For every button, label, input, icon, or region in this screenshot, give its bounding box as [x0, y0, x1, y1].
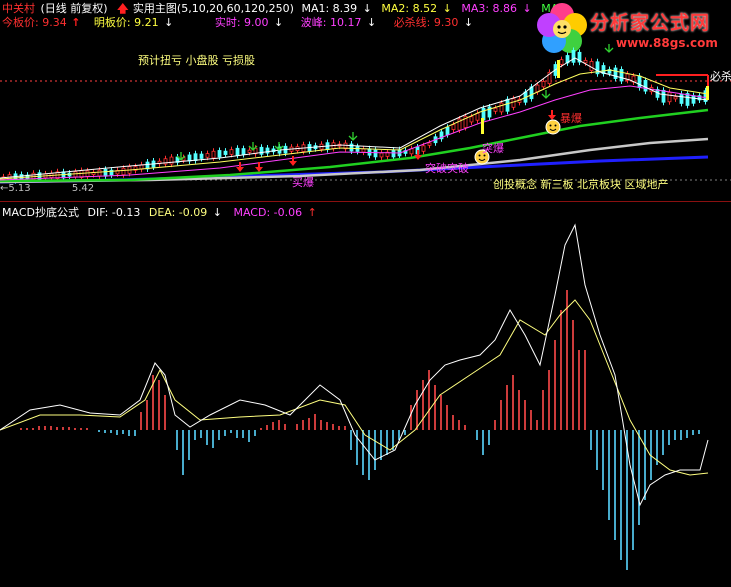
yellow-marker-2 — [557, 60, 560, 78]
candle-body — [499, 102, 504, 113]
candle-body — [247, 149, 252, 153]
candle-body — [475, 112, 480, 121]
candle-body — [427, 142, 432, 146]
candle-body — [469, 116, 474, 123]
candle-body — [673, 96, 678, 100]
candle-body — [535, 84, 540, 93]
price-chart[interactable] — [0, 0, 731, 202]
candle-body — [445, 126, 450, 135]
explode-label-3: 突破突破 — [425, 162, 469, 175]
ma-yellow-line — [0, 69, 709, 180]
macd-histogram — [20, 290, 700, 570]
candle-body — [373, 149, 378, 158]
candle-body — [619, 69, 624, 82]
ma-magenta-line — [0, 85, 709, 181]
candle-body — [661, 89, 666, 103]
candle-body — [613, 67, 618, 79]
candle-body — [589, 61, 594, 71]
candle-body — [235, 147, 240, 156]
candle-body — [511, 98, 516, 108]
candle-body — [97, 169, 102, 177]
candle-body — [229, 149, 234, 155]
green-down-arrow-3 — [274, 142, 284, 151]
panel-separator — [0, 201, 731, 202]
low-price-label: ←5.13 5.42 — [0, 182, 94, 195]
buy-signal-label: 买爆 — [292, 176, 314, 189]
green-down-arrow-5 — [541, 90, 551, 99]
candle-body — [223, 150, 228, 155]
candle-body — [169, 156, 174, 165]
candle-body — [541, 81, 546, 88]
low-price-value: 5.13 — [8, 183, 31, 194]
concept-labels: 预计扭亏 小盘股 亏损股 — [138, 54, 255, 67]
sector-labels: 创投概念 新三板 北京板块 区域地产 — [493, 178, 669, 191]
candle-body — [265, 147, 270, 154]
candle-body — [493, 107, 498, 112]
green-down-arrow-6 — [604, 44, 614, 53]
yellow-marker-1 — [481, 118, 484, 134]
candle-body — [199, 153, 204, 159]
candle-body — [211, 150, 216, 159]
yellow-marker-3 — [706, 86, 709, 100]
candle-body — [193, 153, 198, 161]
candle-body — [361, 148, 366, 153]
candle-body — [583, 59, 588, 64]
candle-body — [571, 50, 576, 63]
smiley-icon-2 — [545, 119, 561, 135]
candle-body — [505, 98, 510, 112]
explode-label-2: 突爆 — [482, 142, 504, 155]
red-up-arrow-1 — [236, 162, 244, 172]
candle-body — [205, 153, 210, 158]
candle-body — [643, 80, 648, 92]
candle-body — [121, 167, 126, 176]
low-value: 5.42 — [71, 183, 95, 194]
candle-body — [667, 91, 672, 103]
dif-line — [0, 223, 709, 507]
candle-body — [421, 145, 426, 152]
candle-body — [637, 75, 642, 89]
dea-line — [0, 299, 709, 476]
candle-body — [85, 170, 90, 177]
candle-body — [679, 93, 684, 104]
candle-body — [103, 168, 108, 177]
candle-body — [391, 149, 396, 158]
candle-body — [241, 148, 246, 155]
red-up-arrow-4 — [414, 150, 422, 160]
explode-label-1: 暴爆 — [560, 112, 582, 125]
candle-body — [451, 124, 456, 130]
red-up-arrow-5 — [548, 110, 556, 120]
candle-body — [379, 152, 384, 158]
candle-body — [259, 146, 264, 155]
green-down-arrow-4 — [348, 132, 358, 141]
candle-body — [691, 95, 696, 104]
candle-body — [559, 59, 564, 65]
macd-chart[interactable] — [0, 205, 731, 585]
candle-body — [217, 150, 222, 158]
must-kill-label: 必杀 — [710, 70, 731, 83]
